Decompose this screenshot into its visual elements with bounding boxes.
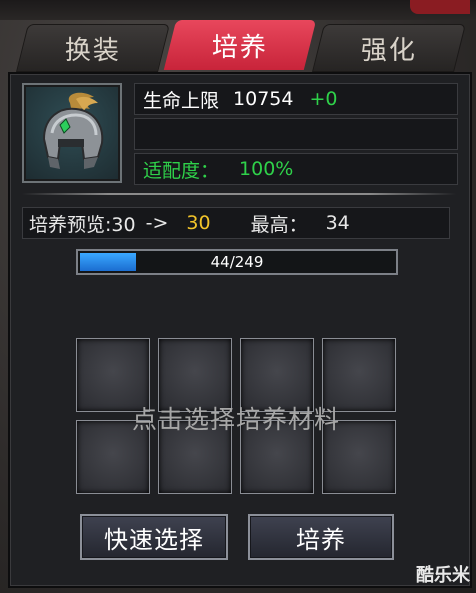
material-slot[interactable] bbox=[76, 420, 150, 494]
close-button-corner[interactable] bbox=[410, 0, 470, 14]
watermark: 酷乐米 bbox=[416, 565, 470, 586]
fit-row: 适配度： 100% bbox=[134, 153, 458, 185]
tab-cultivate[interactable]: 培养 bbox=[163, 20, 317, 70]
quick-select-button[interactable]: 快速选择 bbox=[80, 514, 228, 560]
material-slot[interactable] bbox=[158, 338, 232, 412]
hp-bonus: +0 bbox=[309, 88, 338, 110]
hp-row: 生命上限 10754 +0 bbox=[134, 83, 458, 115]
top-strip bbox=[0, 0, 476, 20]
tab-enhance[interactable]: 强化 bbox=[312, 24, 466, 72]
fit-label: 适配度： bbox=[143, 159, 220, 182]
material-slot-grid bbox=[76, 338, 396, 494]
empty-stat-row bbox=[134, 118, 458, 150]
max-value: 34 bbox=[325, 212, 350, 234]
fit-value: 100% bbox=[239, 158, 294, 180]
cultivate-button[interactable]: 培养 bbox=[248, 514, 394, 560]
tab-bar: 换装 强化 培养 bbox=[16, 20, 466, 72]
material-slot[interactable] bbox=[322, 420, 396, 494]
material-slot[interactable] bbox=[322, 338, 396, 412]
material-slot[interactable] bbox=[158, 420, 232, 494]
preview-label: 培养预览:30 bbox=[29, 213, 136, 236]
preview-row: 培养预览:30 -> 30 最高： 34 bbox=[22, 207, 450, 239]
material-slot[interactable] bbox=[240, 338, 314, 412]
helmet-icon bbox=[42, 92, 104, 169]
material-slot[interactable] bbox=[240, 420, 314, 494]
preview-arrow: -> bbox=[145, 212, 169, 234]
tab-label: 培养 bbox=[211, 32, 268, 63]
tab-label: 强化 bbox=[360, 35, 417, 66]
progress-text: 44/249 bbox=[210, 253, 264, 271]
cultivate-progress-bar: 44/249 bbox=[76, 249, 398, 275]
material-slot[interactable] bbox=[76, 338, 150, 412]
max-label: 最高： bbox=[250, 213, 308, 236]
hp-value: 10754 bbox=[233, 88, 294, 110]
item-portrait[interactable] bbox=[22, 83, 122, 183]
hp-label: 生命上限 bbox=[143, 89, 220, 112]
preview-new-value: 30 bbox=[186, 212, 211, 234]
divider bbox=[22, 193, 456, 195]
tab-label: 换装 bbox=[64, 35, 121, 66]
tab-equip[interactable]: 换装 bbox=[16, 24, 170, 72]
